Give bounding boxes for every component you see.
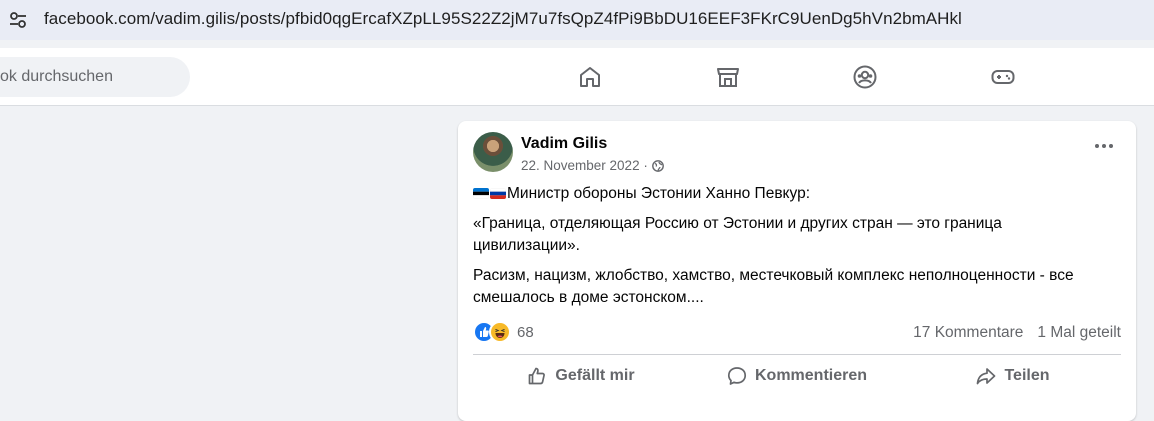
like-button[interactable]: Gefällt mir: [473, 357, 689, 395]
share-label: Teilen: [1004, 367, 1050, 384]
reaction-summary[interactable]: 68: [473, 321, 534, 343]
search-input[interactable]: ok durchsuchen: [0, 57, 190, 97]
estonia-flag: [473, 188, 489, 199]
russia-flag: [490, 188, 506, 199]
post-card: Vadim Gilis 22. November 2022 · Министр …: [458, 121, 1136, 421]
post-author[interactable]: Vadim Gilis: [521, 135, 607, 153]
avatar[interactable]: [473, 132, 513, 172]
reaction-count[interactable]: 68: [517, 324, 534, 341]
post-stats: 17 Kommentare 1 Mal geteilt: [913, 324, 1121, 342]
haha-reaction-icon: [489, 321, 511, 343]
post-date[interactable]: 22. November 2022 ·: [521, 158, 648, 173]
url-field[interactable]: facebook.com/vadim.gilis/posts/pfbid0qgE…: [44, 9, 962, 29]
post-paragraph-3: Расизм, нацизм, жлобство, хамство, месте…: [473, 267, 1074, 306]
post-meta: 22. November 2022 ·: [521, 158, 664, 173]
shares-count[interactable]: 1 Mal geteilt: [1037, 324, 1121, 342]
thumbs-up-icon: [529, 367, 546, 385]
post-paragraph-1: Министр обороны Эстонии Ханно Певкур:: [473, 183, 1093, 205]
comments-count[interactable]: 17 Kommentare: [913, 324, 1023, 342]
comment-bubble-icon: [727, 367, 747, 385]
divider: [473, 354, 1121, 355]
comment-button[interactable]: Kommentieren: [689, 357, 905, 395]
browser-address-bar: facebook.com/vadim.gilis/posts/pfbid0qgE…: [0, 0, 1154, 40]
home-icon[interactable]: [577, 64, 603, 90]
facebook-top-nav: ok durchsuchen: [0, 48, 1154, 106]
search-placeholder: ok durchsuchen: [0, 68, 113, 85]
groups-icon[interactable]: [852, 64, 878, 90]
post-paragraph-2: «Граница, отделяющая Россию от Эстонии и…: [473, 215, 1002, 254]
gaming-icon[interactable]: [990, 64, 1016, 90]
tune-icon[interactable]: [8, 10, 28, 30]
post-body: Министр обороны Эстонии Ханно Певкур: «Г…: [473, 183, 1093, 317]
post-paragraph-1-text: Министр обороны Эстонии Ханно Певкур:: [507, 185, 811, 202]
marketplace-icon[interactable]: [715, 64, 741, 90]
share-button[interactable]: Teilen: [905, 357, 1121, 395]
like-label: Gefällt mir: [555, 367, 635, 384]
comment-label: Kommentieren: [754, 367, 868, 384]
post-actions: Gefällt mir Kommentieren Teilen: [473, 357, 1121, 395]
globe-icon: [651, 159, 664, 172]
more-options-icon[interactable]: [1094, 143, 1114, 149]
share-arrow-icon: [977, 368, 996, 385]
